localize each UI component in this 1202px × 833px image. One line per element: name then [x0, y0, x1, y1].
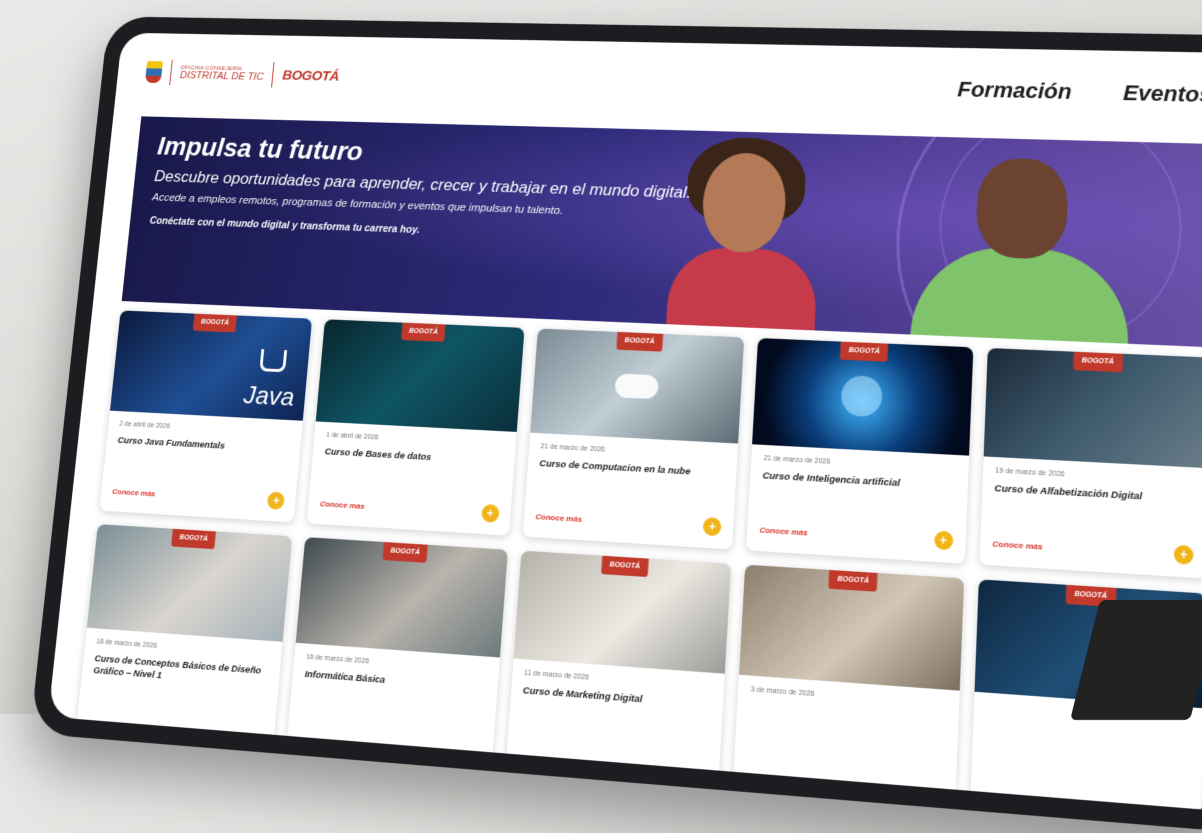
tic-logo: OFICINA CONSEJERÍA DISTRITAL DE TIC: [179, 65, 264, 82]
logo-main-text: DISTRITAL DE TIC: [179, 69, 265, 83]
course-image: BOGOTÁ: [739, 564, 964, 691]
hero-banner: Impulsa tu futuro Descubre oportunidades…: [121, 116, 1202, 348]
course-title: Informática Básica: [304, 668, 386, 687]
course-title: Curso Java Fundamentals: [117, 435, 226, 452]
course-title: Curso de Conceptos Básicos de Diseño Grá…: [92, 653, 262, 682]
course-date: 2 de abril de 2026: [119, 420, 171, 431]
course-title: Curso de Alfabetización Digital: [994, 482, 1143, 503]
bogota-tag: BOGOTÁ: [192, 313, 237, 333]
course-date: 19 de marzo de 2026: [995, 467, 1065, 479]
bogota-tag: BOGOTÁ: [616, 331, 663, 352]
course-title: Curso de Computacion en la nube: [539, 458, 691, 478]
bogota-tag: BOGOTÁ: [601, 555, 649, 578]
course-card[interactable]: BOGOTÁ 21 de marzo de 2026 Curso de Inte…: [746, 338, 973, 564]
course-image: BOGOTÁ Java: [110, 310, 313, 421]
nav-eventos[interactable]: Eventos: [1123, 80, 1202, 108]
bogota-shield-icon: [144, 61, 163, 84]
bogota-tag: BOGOTÁ: [400, 322, 446, 342]
plus-icon[interactable]: +: [933, 530, 954, 551]
bogota-tag: BOGOTÁ: [1072, 351, 1123, 373]
course-card[interactable]: BOGOTÁ 11 de marzo de 2026 Curso de Mark…: [505, 550, 732, 784]
course-date: 1 de abril de 2026: [325, 431, 379, 442]
course-image: BOGOTÁ: [316, 319, 525, 432]
logo-group[interactable]: OFICINA CONSEJERÍA DISTRITAL DE TIC BOGO…: [144, 59, 340, 89]
bogota-tag: BOGOTÁ: [171, 528, 216, 550]
course-image: BOGOTÁ: [530, 328, 745, 444]
course-card[interactable]: BOGOTÁ 16 de marzo de 2026 Informática B…: [286, 537, 508, 765]
bogota-logo: BOGOTÁ: [281, 67, 340, 84]
course-date: 21 de marzo de 2026: [540, 443, 606, 454]
plus-icon[interactable]: +: [480, 503, 500, 523]
course-image: BOGOTÁ: [86, 524, 293, 642]
course-card[interactable]: BOGOTÁ 19 de marzo de 2026 Curso de Alfa…: [979, 347, 1202, 579]
course-image: BOGOTÁ: [752, 338, 973, 456]
main-nav: Formación Eventos: [957, 77, 1202, 108]
bogota-tag: BOGOTÁ: [382, 542, 429, 563]
logo-separator: [271, 61, 275, 88]
hero-person-woman: [664, 245, 819, 348]
course-image: BOGOTÁ: [513, 550, 732, 674]
conoce-mas-link[interactable]: Conoce más: [759, 525, 808, 537]
plus-icon[interactable]: +: [1173, 544, 1194, 565]
course-image: BOGOTÁ: [296, 537, 508, 658]
conoce-mas-link[interactable]: Conoce más: [112, 487, 156, 498]
nav-formacion[interactable]: Formación: [957, 77, 1072, 105]
conoce-mas-link[interactable]: Conoce más: [320, 499, 365, 511]
plus-icon[interactable]: +: [702, 516, 722, 537]
bogota-tag: BOGOTÁ: [828, 569, 878, 592]
course-image: BOGOTÁ: [983, 347, 1202, 469]
course-card[interactable]: BOGOTÁ 1 de abril de 2026 Curso de Bases…: [306, 319, 525, 536]
plus-icon[interactable]: +: [267, 491, 286, 510]
course-card[interactable]: BOGOTÁ 3 de marzo de 2026: [732, 564, 964, 803]
hero-text: Impulsa tu futuro Descubre oportunidades…: [149, 131, 733, 246]
conoce-mas-link[interactable]: Conoce más: [992, 539, 1042, 551]
course-title: Curso de Marketing Digital: [522, 685, 643, 706]
conoce-mas-link[interactable]: Conoce más: [535, 512, 582, 524]
logo-separator: [169, 59, 173, 86]
java-logo-text: Java: [242, 380, 296, 412]
course-date: 3 de marzo de 2026: [750, 686, 815, 699]
tablet-device: OFICINA CONSEJERÍA DISTRITAL DE TIC BOGO…: [29, 16, 1202, 833]
course-title: Curso de Inteligencia artificial: [762, 470, 901, 490]
course-title: Curso de Bases de datos: [324, 446, 432, 464]
course-date: 21 de marzo de 2026: [763, 455, 831, 466]
cloud-icon: [614, 373, 659, 400]
bogota-tag: BOGOTÁ: [840, 341, 889, 362]
java-logo-icon: [259, 349, 288, 373]
hero-person-man-face: [974, 157, 1069, 260]
course-grid: BOGOTÁ Java 2 de abril de 2026 Curso Jav…: [75, 310, 1202, 812]
brain-icon: [840, 374, 884, 418]
course-card[interactable]: BOGOTÁ 21 de marzo de 2026 Curso de Comp…: [522, 328, 745, 550]
tablet-screen: OFICINA CONSEJERÍA DISTRITAL DE TIC BOGO…: [48, 32, 1202, 812]
course-card[interactable]: BOGOTÁ Java 2 de abril de 2026 Curso Jav…: [99, 310, 313, 523]
